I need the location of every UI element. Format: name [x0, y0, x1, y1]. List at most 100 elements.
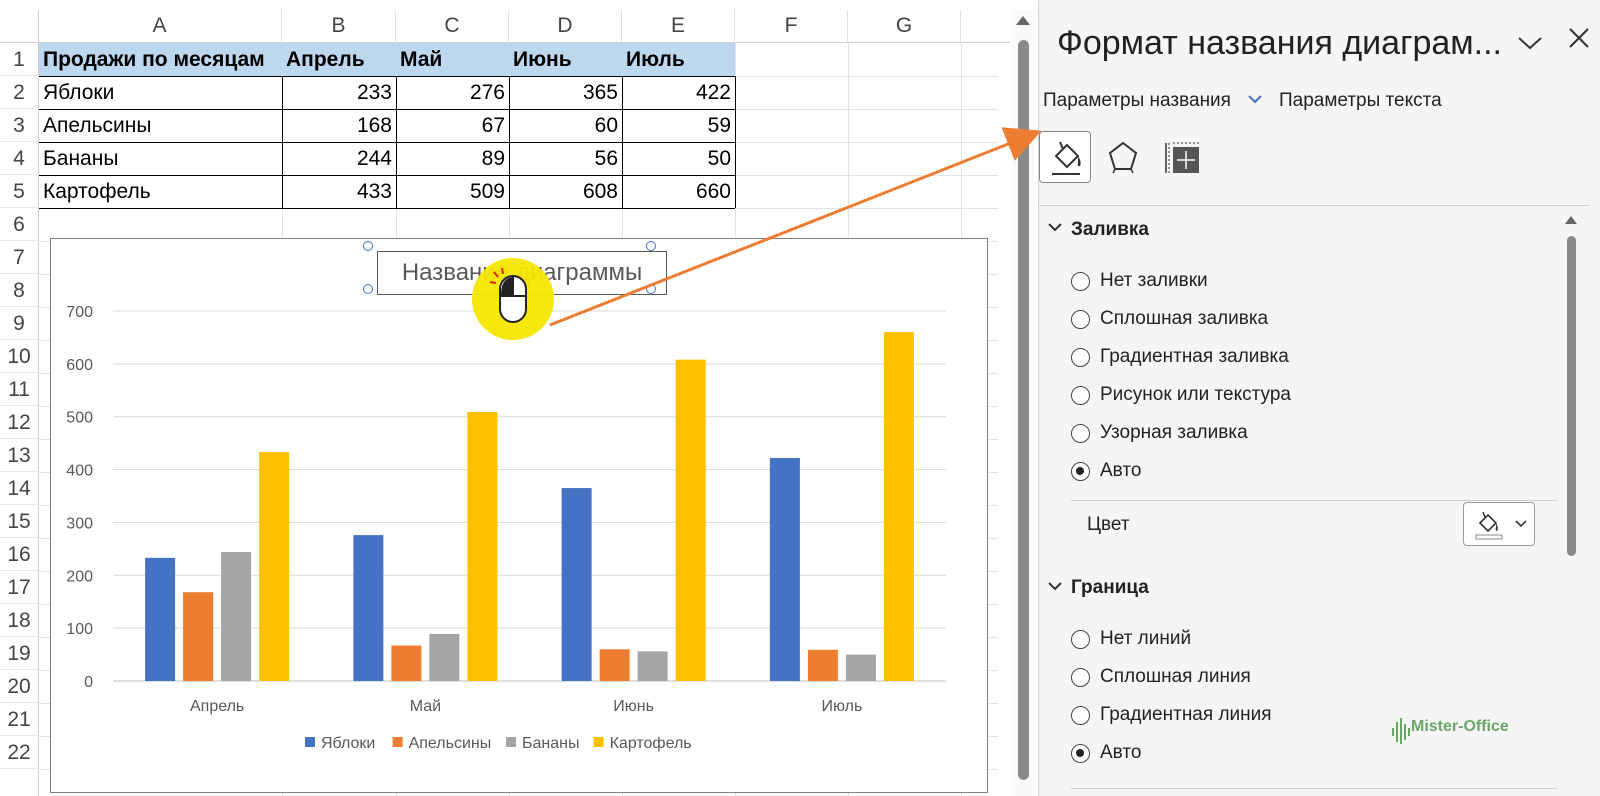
bar[interactable]	[561, 488, 592, 681]
cell-d4[interactable]: 56	[509, 142, 622, 175]
row-header-10[interactable]: 10	[0, 340, 38, 373]
row-header-1[interactable]: 1	[0, 43, 38, 76]
cell-e4[interactable]: 50	[622, 142, 735, 175]
cell-d3[interactable]: 60	[509, 109, 622, 142]
close-icon[interactable]	[1567, 24, 1591, 58]
bar[interactable]	[599, 649, 630, 681]
cell-c4[interactable]: 89	[396, 142, 509, 175]
column-header-b[interactable]: B	[282, 10, 396, 42]
bar[interactable]	[675, 359, 706, 681]
column-header-f[interactable]: F	[735, 10, 848, 42]
cell-c5[interactable]: 509	[396, 175, 509, 208]
radio-button[interactable]	[1071, 423, 1090, 443]
row-header-21[interactable]: 21	[0, 703, 38, 736]
cell-d5[interactable]: 608	[509, 175, 622, 208]
row-header-13[interactable]: 13	[0, 439, 38, 472]
radio-auto-fill[interactable]: Авто	[1071, 458, 1141, 484]
bar[interactable]	[429, 633, 460, 681]
scroll-up-arrow-icon[interactable]	[1016, 16, 1030, 25]
tab-dropdown-chevron-icon[interactable]	[1247, 92, 1263, 110]
border-section-chevron-icon[interactable]	[1047, 579, 1063, 596]
radio-picture-texture-fill[interactable]: Рисунок или текстура	[1071, 382, 1291, 408]
row-header-7[interactable]: 7	[0, 241, 38, 274]
cell-a5[interactable]: Картофель	[39, 175, 282, 208]
bar[interactable]	[845, 654, 876, 681]
radio-button[interactable]	[1071, 347, 1090, 367]
column-header-g[interactable]: G	[848, 10, 961, 42]
bar[interactable]	[807, 649, 838, 681]
border-section-heading[interactable]: Граница	[1071, 577, 1149, 599]
column-header-e[interactable]: E	[622, 10, 735, 42]
bar[interactable]	[883, 332, 914, 681]
row-header-3[interactable]: 3	[0, 109, 38, 142]
radio-button[interactable]	[1071, 271, 1090, 291]
resize-handle-bottom-right[interactable]	[646, 284, 656, 294]
radio-button[interactable]	[1071, 667, 1090, 687]
row-header-20[interactable]: 20	[0, 670, 38, 703]
cell-a3[interactable]: Апельсины	[39, 109, 282, 142]
bar[interactable]	[145, 557, 176, 681]
radio-button[interactable]	[1071, 705, 1090, 725]
cell-e5[interactable]: 660	[622, 175, 735, 208]
radio-solid-line[interactable]: Сплошная линия	[1071, 664, 1251, 690]
cell-e2[interactable]: 422	[622, 76, 735, 109]
bar[interactable]	[467, 411, 498, 681]
row-header-22[interactable]: 22	[0, 736, 38, 769]
pane-options-chevron-icon[interactable]	[1517, 30, 1543, 58]
resize-handle-top-left[interactable]	[363, 241, 373, 251]
radio-auto-line[interactable]: Авто	[1071, 740, 1141, 766]
row-header-16[interactable]: 16	[0, 538, 38, 571]
cell-b4[interactable]: 244	[282, 142, 396, 175]
row-header-6[interactable]: 6	[0, 208, 38, 241]
effects-button[interactable]	[1097, 131, 1149, 183]
radio-solid-fill[interactable]: Сплошная заливка	[1071, 306, 1268, 332]
cell-a1[interactable]: Продажи по месяцам	[39, 43, 282, 76]
radio-no-line[interactable]: Нет линий	[1071, 626, 1191, 652]
tab-title-options[interactable]: Параметры названия	[1043, 90, 1231, 112]
fill-line-button[interactable]	[1039, 131, 1091, 183]
row-header-4[interactable]: 4	[0, 142, 38, 175]
size-properties-button[interactable]	[1157, 131, 1209, 183]
row-header-5[interactable]: 5	[0, 175, 38, 208]
fill-section-chevron-icon[interactable]	[1047, 220, 1063, 237]
row-header-19[interactable]: 19	[0, 637, 38, 670]
row-header-15[interactable]: 15	[0, 505, 38, 538]
cell-e1[interactable]: Июль	[622, 43, 735, 76]
row-header-8[interactable]: 8	[0, 274, 38, 307]
bar[interactable]	[637, 651, 668, 681]
radio-button[interactable]	[1071, 629, 1090, 649]
resize-handle-top-right[interactable]	[646, 241, 656, 251]
row-header-17[interactable]: 17	[0, 571, 38, 604]
pane-scroll-up-arrow-icon[interactable]	[1565, 216, 1577, 224]
cell-d1[interactable]: Июнь	[509, 43, 622, 76]
bar[interactable]	[769, 457, 800, 681]
pane-vertical-scrollbar[interactable]	[1565, 216, 1577, 796]
cell-e3[interactable]: 59	[622, 109, 735, 142]
row-header-12[interactable]: 12	[0, 406, 38, 439]
cell-c1[interactable]: Май	[396, 43, 509, 76]
row-header-11[interactable]: 11	[0, 373, 38, 406]
cell-d2[interactable]: 365	[509, 76, 622, 109]
fill-section-heading[interactable]: Заливка	[1071, 219, 1149, 241]
radio-gradient-fill[interactable]: Градиентная заливка	[1071, 344, 1289, 370]
radio-pattern-fill[interactable]: Узорная заливка	[1071, 420, 1248, 446]
radio-button[interactable]	[1071, 385, 1090, 405]
cell-a4[interactable]: Бананы	[39, 142, 282, 175]
tab-text-options[interactable]: Параметры текста	[1279, 90, 1442, 112]
sheet-vertical-scrollbar[interactable]	[1012, 10, 1034, 796]
column-header-c[interactable]: C	[396, 10, 509, 42]
radio-gradient-line[interactable]: Градиентная линия	[1071, 702, 1272, 728]
column-header-a[interactable]: A	[38, 10, 282, 42]
cell-a2[interactable]: Яблоки	[39, 76, 282, 109]
cell-b1[interactable]: Апрель	[282, 43, 396, 76]
radio-button-selected[interactable]	[1071, 461, 1090, 481]
row-header-14[interactable]: 14	[0, 472, 38, 505]
resize-handle-bottom-left[interactable]	[363, 284, 373, 294]
radio-button[interactable]	[1071, 309, 1090, 329]
cell-b5[interactable]: 433	[282, 175, 396, 208]
row-header-2[interactable]: 2	[0, 76, 38, 109]
bar[interactable]	[353, 535, 384, 681]
cell-b2[interactable]: 233	[282, 76, 396, 109]
bar[interactable]	[221, 552, 252, 681]
cell-c2[interactable]: 276	[396, 76, 509, 109]
